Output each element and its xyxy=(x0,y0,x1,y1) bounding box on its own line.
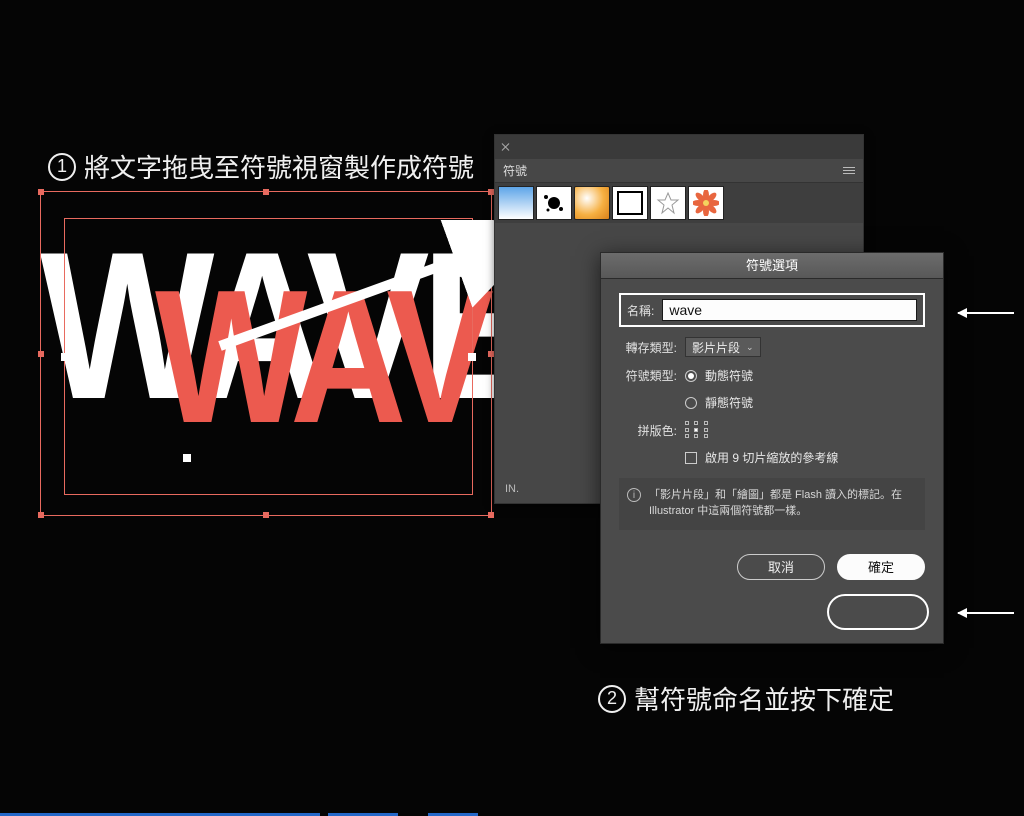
symbol-swatch-ink[interactable] xyxy=(536,186,572,220)
panel-header[interactable] xyxy=(495,135,863,159)
radio-static-symbol[interactable] xyxy=(685,397,697,409)
selection-bounding-box-inner[interactable] xyxy=(64,218,473,495)
step-1-text: 將文字拖曳至符號視窗製作成符號 xyxy=(84,148,474,185)
ok-button[interactable]: 確定 xyxy=(837,554,925,580)
nine-slice-checkbox[interactable] xyxy=(685,452,697,464)
symbol-swatch-ring[interactable] xyxy=(650,186,686,220)
symbol-name-input[interactable] xyxy=(662,299,917,321)
close-icon[interactable] xyxy=(501,142,511,152)
info-icon: i xyxy=(627,488,641,502)
chevron-down-icon: ⌄ xyxy=(746,342,754,353)
dialog-title: 符號選項 xyxy=(601,253,943,279)
registration-label: 拼版色: xyxy=(619,422,677,439)
export-type-select[interactable]: 影片片段 ⌄ xyxy=(685,337,761,357)
instruction-step-2: 2 幫符號命名並按下確定 xyxy=(598,680,894,717)
cancel-button[interactable]: 取消 xyxy=(737,554,825,580)
info-text: 「影片片段」和「繪圖」都是 Flash 讀入的標記。在 Illustrator … xyxy=(649,489,902,517)
symbol-options-dialog: 符號選項 名稱: 轉存類型: 影片片段 ⌄ 符號類型: 動態符號 靜態符號 拼版 xyxy=(600,252,944,644)
registration-grid[interactable] xyxy=(685,421,711,439)
callout-arrow-name xyxy=(958,312,1014,314)
symbol-swatch-flower[interactable] xyxy=(688,186,724,220)
symbol-swatches-row xyxy=(495,183,863,223)
name-label: 名稱: xyxy=(627,302,654,319)
radio-dynamic-label: 動態符號 xyxy=(705,367,753,384)
step-2-text: 幫符號命名並按下確定 xyxy=(634,680,894,717)
instruction-step-1: 1 將文字拖曳至符號視窗製作成符號 xyxy=(48,148,474,185)
panel-tabs: 符號 xyxy=(495,159,863,183)
radio-static-label: 靜態符號 xyxy=(705,394,753,411)
export-type-label: 轉存類型: xyxy=(619,339,677,356)
step-number-1: 1 xyxy=(48,153,76,181)
symbol-swatch-gradient[interactable] xyxy=(498,186,534,220)
nine-slice-label: 啟用 9 切片縮放的參考線 xyxy=(705,449,838,466)
name-field-highlight: 名稱: xyxy=(619,293,925,327)
step-number-2: 2 xyxy=(598,685,626,713)
symbol-type-label: 符號類型: xyxy=(619,367,677,384)
callout-arrow-ok xyxy=(958,612,1014,614)
panel-tab-symbols[interactable]: 符號 xyxy=(503,162,527,179)
symbol-swatch-frame[interactable] xyxy=(612,186,648,220)
panel-menu-icon[interactable] xyxy=(843,167,855,174)
radio-dynamic-symbol[interactable] xyxy=(685,370,697,382)
symbol-swatch-orange-orb[interactable] xyxy=(574,186,610,220)
info-box: i 「影片片段」和「繪圖」都是 Flash 讀入的標記。在 Illustrato… xyxy=(619,478,925,530)
panel-footer-label: IN. xyxy=(505,483,519,495)
